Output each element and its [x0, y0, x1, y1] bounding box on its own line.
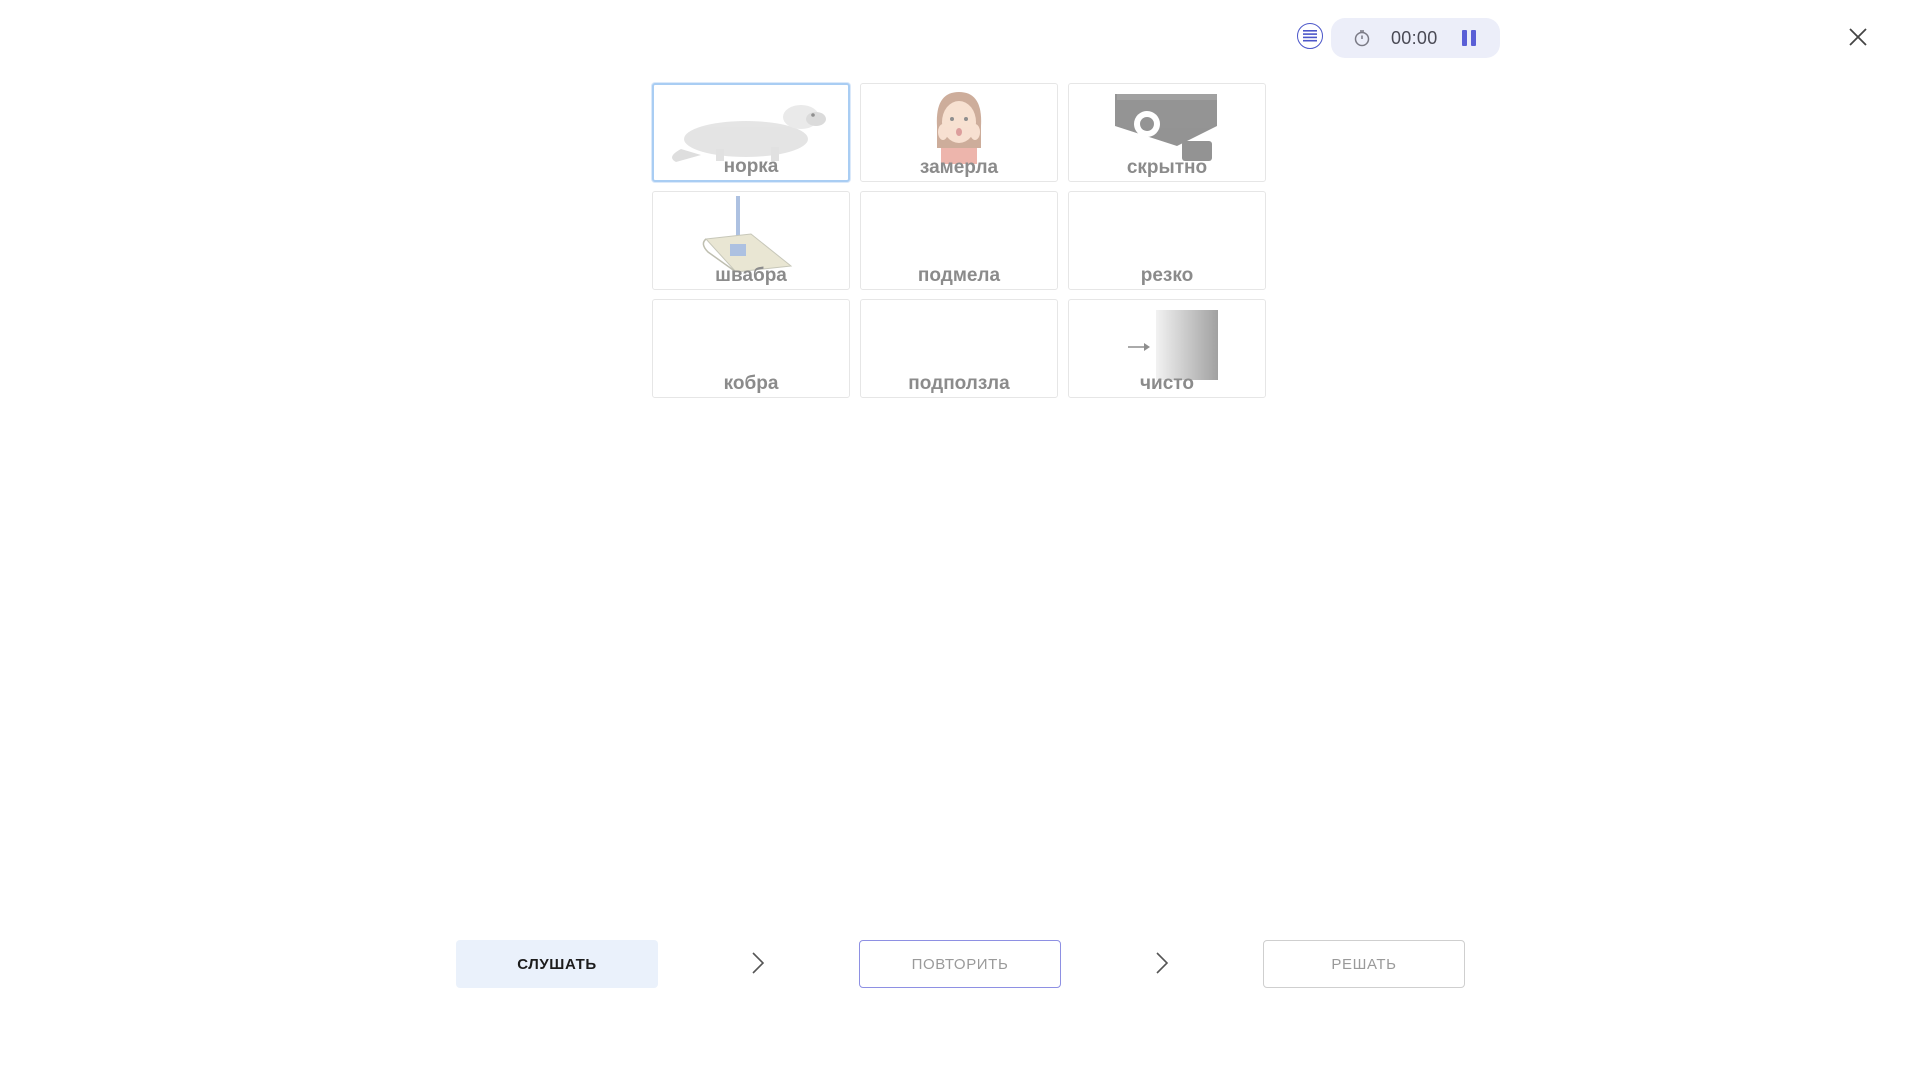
word-card[interactable]: швабра	[652, 191, 850, 290]
close-icon[interactable]	[1846, 25, 1870, 49]
listen-button[interactable]: СЛУШАТЬ	[456, 940, 658, 988]
exercise-screen: 00:00 норка замерла скрытно швабра подме…	[0, 0, 1920, 1080]
mink-image	[654, 87, 848, 167]
word-card[interactable]: норка	[652, 83, 850, 182]
card-word: скрытно	[1126, 157, 1208, 178]
card-word: кобра	[723, 373, 779, 394]
word-card[interactable]: кобра	[652, 299, 850, 398]
word-card-grid: норка замерла скрытно швабра подмела рез…	[652, 83, 1266, 398]
word-card[interactable]: подмела	[860, 191, 1058, 290]
word-card[interactable]: резко	[1068, 191, 1266, 290]
word-card[interactable]: чисто	[1068, 299, 1266, 398]
stopwatch-icon	[1354, 30, 1370, 47]
card-word: замерла	[919, 157, 999, 178]
card-word: резко	[1140, 265, 1194, 286]
security-camera-image	[1069, 86, 1265, 166]
pause-icon[interactable]	[1459, 28, 1479, 48]
card-word: подползла	[908, 373, 1010, 394]
repeat-button[interactable]: ПОВТОРИТЬ	[859, 940, 1061, 988]
word-card[interactable]: скрытно	[1068, 83, 1266, 182]
card-word: швабра	[715, 265, 787, 286]
word-card[interactable]: замерла	[860, 83, 1058, 182]
mop-image	[653, 194, 849, 274]
card-word: подмела	[917, 265, 1001, 286]
surprised-woman-image	[861, 86, 1057, 166]
chevron-right-icon	[1156, 952, 1169, 974]
solve-button[interactable]: РЕШАТЬ	[1263, 940, 1465, 988]
timer-panel: 00:00	[1331, 18, 1500, 58]
list-menu-icon[interactable]	[1297, 23, 1323, 49]
card-word: норка	[723, 156, 779, 177]
timer-value: 00:00	[1391, 28, 1438, 48]
word-card[interactable]: подползла	[860, 299, 1058, 398]
card-word: чисто	[1140, 373, 1194, 394]
chevron-right-icon	[752, 952, 765, 974]
arrow-gradient-image	[1069, 302, 1265, 382]
